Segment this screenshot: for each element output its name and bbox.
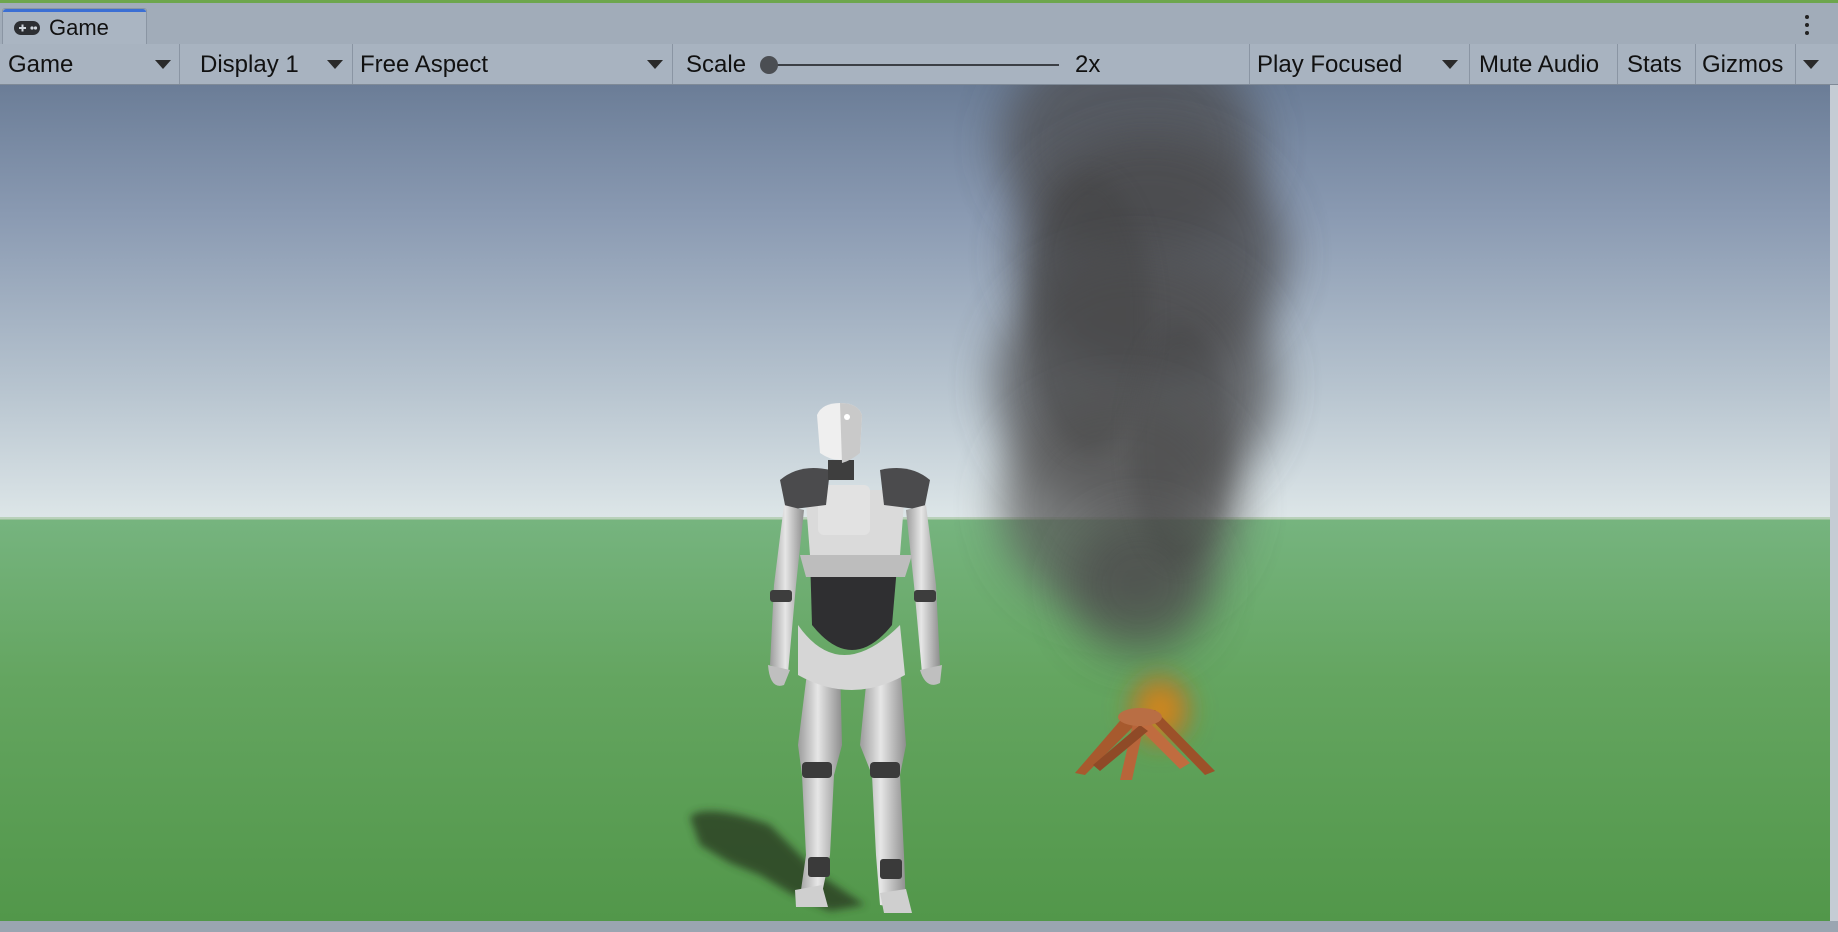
display-label: Display 1 — [200, 51, 299, 78]
campfire — [1075, 665, 1215, 780]
chevron-down-icon — [155, 60, 171, 69]
chevron-down-icon — [1442, 60, 1458, 69]
viewport-right-edge — [1830, 85, 1838, 921]
aspect-ratio-label: Free Aspect — [360, 51, 489, 78]
tab-game-label: Game — [49, 15, 109, 40]
active-tab-indicator — [3, 9, 146, 12]
mute-audio-label: Mute Audio — [1479, 51, 1600, 78]
gizmos-dropdown[interactable] — [1796, 44, 1826, 84]
play-mode-dropdown[interactable]: Play Focused — [1250, 44, 1470, 84]
character-shadow — [690, 811, 865, 911]
chevron-down-icon — [327, 60, 343, 69]
tab-bar: Game — [0, 3, 1838, 45]
smoke-plume — [995, 85, 1285, 655]
play-mode-label: Play Focused — [1257, 51, 1403, 78]
humanoid-robot — [768, 403, 942, 913]
scale-slider-handle[interactable] — [760, 56, 778, 74]
mute-audio-button[interactable]: Mute Audio — [1470, 44, 1618, 84]
display-dropdown[interactable]: Display 1 — [181, 44, 353, 84]
gizmos-label: Gizmos — [1702, 51, 1784, 78]
tab-game[interactable]: Game — [2, 8, 147, 45]
game-viewport[interactable] — [0, 85, 1830, 921]
game-view-toolbar: Game Display 1 Free Aspect Scale 2x Play… — [0, 44, 1838, 85]
kebab-menu-icon[interactable] — [1804, 15, 1810, 37]
chevron-down-icon — [1803, 60, 1819, 69]
stats-button[interactable]: Stats — [1618, 44, 1696, 84]
scale-label: Scale — [686, 51, 747, 78]
chevron-down-icon — [647, 60, 663, 69]
view-type-label: Game — [8, 51, 74, 78]
scale-value: 2x — [1075, 51, 1101, 78]
scene-render — [690, 85, 1285, 913]
gamepad-icon — [14, 21, 40, 35]
stats-label: Stats — [1627, 51, 1682, 78]
aspect-ratio-dropdown[interactable]: Free Aspect — [353, 44, 673, 84]
scale-slider-track[interactable] — [769, 64, 1059, 66]
view-type-dropdown[interactable]: Game — [0, 44, 180, 84]
gizmos-button[interactable]: Gizmos — [1696, 44, 1796, 84]
scale-control: Scale 2x — [673, 44, 1250, 84]
bottom-edge — [0, 921, 1838, 932]
